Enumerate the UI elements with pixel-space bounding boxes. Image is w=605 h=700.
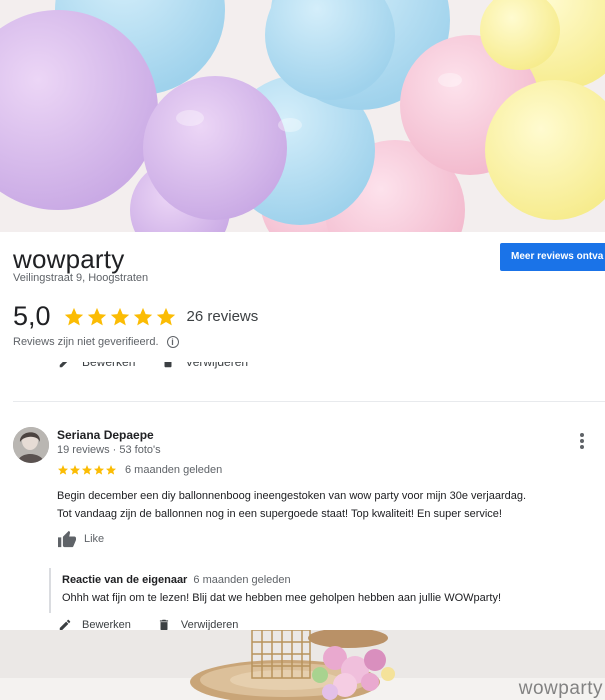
watermark: wowparty [518,678,603,699]
review-text: Begin december een diy ballonnenboog ine… [57,487,587,523]
owner-reply-text: Ohhh wat fijn om te lezen! Blij dat we h… [62,592,502,604]
decor-image [0,630,605,700]
edit-label: Bewerken [82,362,136,369]
star-icon [110,307,129,325]
more-vert-icon[interactable] [576,432,588,450]
owner-reply: Reactie van de eigenaar 6 maanden gelede… [49,568,589,613]
like-label: Like [84,533,105,545]
star-icon [87,307,106,325]
review-count: 26 reviews [186,308,259,325]
review-text-line: Begin december een diy ballonnenboog ine… [57,490,527,502]
delete-label: Verwijderen [185,362,249,369]
delete-action[interactable]: Verwijderen [161,362,248,369]
review-divider [13,401,605,402]
more-reviews-button[interactable]: Meer reviews ontva [500,243,605,271]
rating-summary: 5,0 26 reviews [13,301,258,332]
review-text-line: Tot vandaag zijn de ballonnen nog in een… [57,508,502,520]
previous-review-actions: Bewerken Verwijderen [0,362,605,372]
star-icon [133,307,152,325]
star-icon [70,465,80,475]
avatar-photo [13,427,49,463]
edit-action[interactable]: Bewerken [58,362,135,369]
thumbs-up-icon [58,530,76,548]
balloon-image [0,0,605,232]
avatar[interactable] [13,427,49,463]
info-icon[interactable]: i [166,336,179,348]
review-rating-row: 6 maanden geleden [57,464,222,476]
decor-photo: wowparty [0,630,605,700]
rating-stars [63,306,177,328]
business-address: Veilingstraat 9, Hoogstraten [13,272,149,284]
owner-reply-title: Reactie van de eigenaar [62,574,188,586]
star-icon [82,465,92,475]
star-icon [106,465,116,475]
verified-text: Reviews zijn niet geverifieerd. [13,336,159,348]
trash-icon [164,362,172,368]
verified-note: Reviews zijn niet geverifieerd. i [13,336,179,348]
rating-score: 5,0 [13,301,51,331]
star-icon [64,307,83,325]
owner-reply-header: Reactie van de eigenaar 6 maanden gelede… [62,574,291,586]
owner-reply-date: 6 maanden geleden [193,574,291,586]
business-name: wowparty [13,244,125,274]
star-icon [58,465,68,475]
pencil-icon [59,362,68,368]
reviewer-meta: 19 reviews · 53 foto's [57,444,161,456]
review-date: 6 maanden geleden [125,464,223,476]
star-icon [94,465,104,475]
like-button[interactable]: Like [57,530,104,548]
star-icon [156,307,175,325]
business-header: wowparty Veilingstraat 9, Hoogstraten Me… [0,232,605,362]
hero-photo [0,0,605,232]
reviewer-name[interactable]: Seriana Depaepe [57,428,154,442]
review-stars [57,464,117,476]
